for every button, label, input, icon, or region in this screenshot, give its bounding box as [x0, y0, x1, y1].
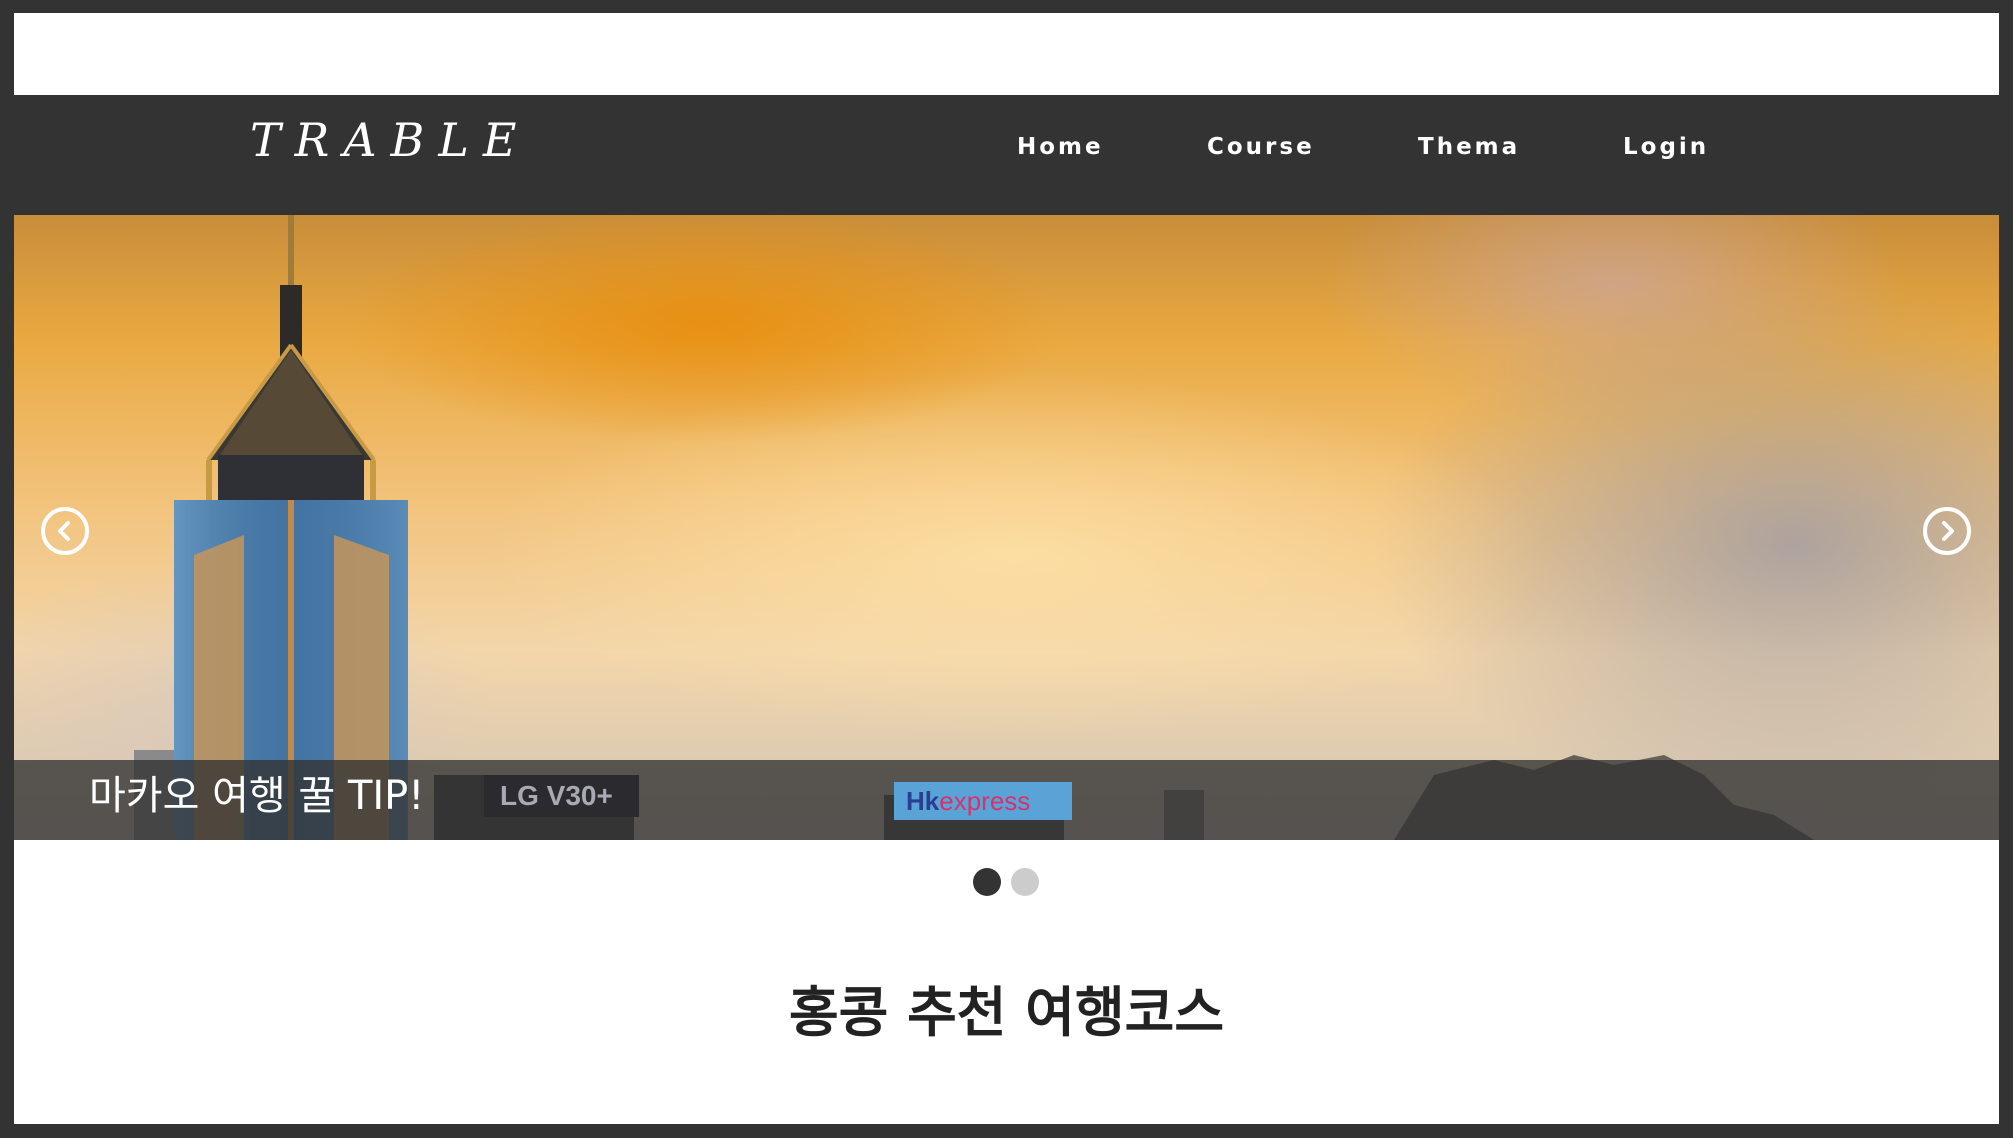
- slide-caption: 마카오 여행 꿀 TIP!: [89, 773, 425, 819]
- nav-login[interactable]: Login: [1623, 87, 1709, 207]
- page-frame: TRABLE Home Course Thema Login 마카오 여행 꿀 …: [14, 13, 1999, 1124]
- nav-thema[interactable]: Thema: [1418, 87, 1520, 207]
- billboard-lg: LG V30+: [484, 775, 639, 817]
- carousel-prev-button[interactable]: [41, 507, 89, 555]
- nav-home[interactable]: Home: [1017, 87, 1104, 207]
- nav-course[interactable]: Course: [1207, 87, 1315, 207]
- chevron-left-icon: [58, 521, 70, 541]
- site-logo[interactable]: TRABLE: [250, 117, 530, 163]
- carousel-dot-2[interactable]: [1011, 868, 1039, 896]
- billboard-hk-express: Hkexpress: [894, 782, 1072, 820]
- carousel-dot-1[interactable]: [973, 868, 1001, 896]
- carousel-next-button[interactable]: [1923, 507, 1971, 555]
- slide-caption-bar: 마카오 여행 꿀 TIP! LG V30+ Hkexpress: [14, 760, 1999, 840]
- chevron-right-icon: [1942, 521, 1954, 541]
- section-title: 홍콩 추천 여행코스: [788, 981, 1225, 1044]
- hero-skyscraper-image: [134, 215, 1814, 840]
- navbar: TRABLE Home Course Thema Login: [14, 95, 1999, 215]
- hero-carousel: 마카오 여행 꿀 TIP! LG V30+ Hkexpress: [14, 215, 1999, 840]
